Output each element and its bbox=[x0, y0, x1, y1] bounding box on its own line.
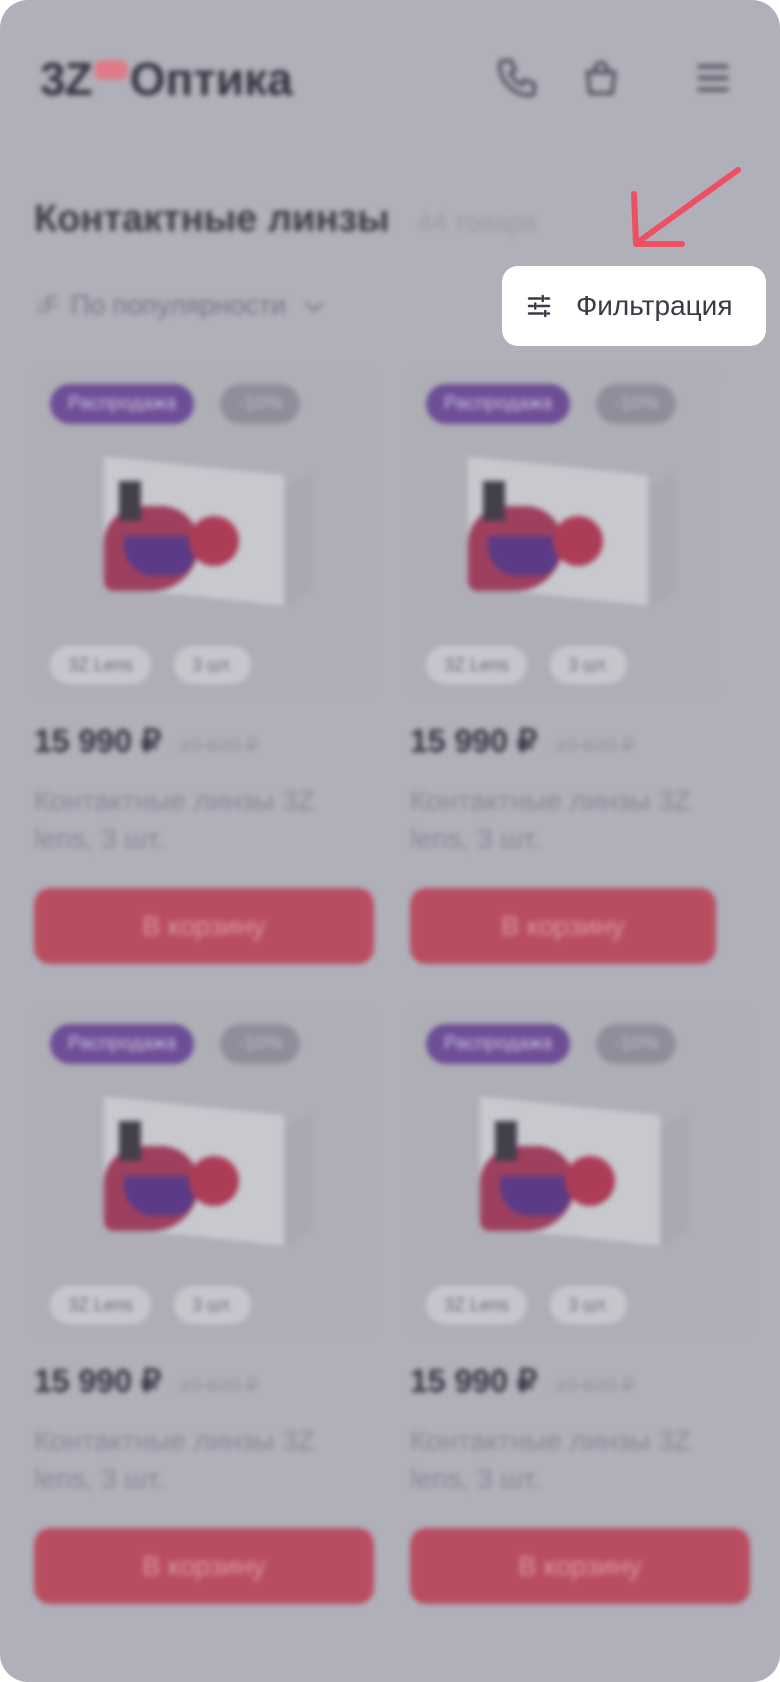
add-to-cart-button[interactable]: В корзину bbox=[34, 888, 374, 964]
product-image[interactable]: Распродажа -10% 3Z Lens 3 шт. bbox=[410, 366, 716, 696]
old-price: 19 620 ₽ bbox=[555, 735, 635, 757]
product-name[interactable]: Контактные линзы 3Z lens, 3 шт. bbox=[34, 1422, 334, 1498]
product-name[interactable]: Контактные линзы 3Z lens, 3 шт. bbox=[34, 782, 334, 858]
price: 15 990 ₽ bbox=[34, 1363, 162, 1399]
lens-box-image bbox=[480, 1096, 700, 1249]
product-count: 44 товара bbox=[417, 207, 537, 237]
logo-mark: 3Z bbox=[40, 53, 93, 105]
phone-icon[interactable] bbox=[494, 55, 540, 101]
quantity-chip: 3 шт. bbox=[550, 646, 627, 684]
price: 15 990 ₽ bbox=[410, 1363, 538, 1399]
add-to-cart-button[interactable]: В корзину bbox=[34, 1528, 374, 1604]
brand-chip: 3Z Lens bbox=[426, 646, 528, 684]
price-row: 15 990 ₽ 19 620 ₽ bbox=[410, 722, 716, 760]
price-row: 15 990 ₽ 19 620 ₽ bbox=[34, 722, 374, 760]
sort-dropdown[interactable]: ↓F По популярности bbox=[34, 290, 328, 321]
logo-badge bbox=[93, 60, 128, 80]
catalog-heading: Контактные линзы 44 товара bbox=[34, 198, 537, 241]
product-card[interactable]: Распродажа -10% 3Z Lens 3 шт. 15 990 ₽ 1… bbox=[34, 366, 374, 964]
product-card[interactable]: Распродажа -10% 3Z Lens 3 шт. 15 990 ₽ 1… bbox=[34, 1006, 374, 1604]
discount-tag: -10% bbox=[596, 384, 677, 424]
menu-icon[interactable] bbox=[690, 55, 736, 101]
lens-box-image bbox=[468, 456, 688, 609]
discount-tag: -10% bbox=[596, 1024, 677, 1064]
old-price: 19 620 ₽ bbox=[179, 735, 259, 757]
screen: 3Z Оптика Контактные линзы 44 товара ↓F … bbox=[0, 0, 780, 1682]
price: 15 990 ₽ bbox=[34, 723, 162, 759]
product-card[interactable]: Распродажа -10% 3Z Lens 3 шт. 15 990 ₽ 1… bbox=[410, 1006, 750, 1604]
logo[interactable]: 3Z Оптика bbox=[40, 52, 293, 106]
price-row: 15 990 ₽ 19 620 ₽ bbox=[410, 1362, 750, 1400]
sliders-icon bbox=[527, 294, 551, 318]
sale-tag: Распродажа bbox=[50, 384, 195, 424]
price-row: 15 990 ₽ 19 620 ₽ bbox=[34, 1362, 374, 1400]
quantity-chip: 3 шт. bbox=[550, 1286, 627, 1324]
sort-label: По популярности bbox=[70, 290, 287, 320]
product-name[interactable]: Контактные линзы 3Z lens, 3 шт. bbox=[410, 1422, 710, 1498]
filter-button[interactable]: Фильтрация bbox=[502, 266, 766, 346]
old-price: 19 620 ₽ bbox=[555, 1375, 635, 1397]
sale-tag: Распродажа bbox=[50, 1024, 195, 1064]
pointer-arrow-icon bbox=[631, 167, 741, 247]
product-image[interactable]: Распродажа -10% 3Z Lens 3 шт. bbox=[410, 1006, 750, 1336]
sale-tag: Распродажа bbox=[426, 1024, 571, 1064]
add-to-cart-button[interactable]: В корзину bbox=[410, 888, 716, 964]
add-to-cart-button[interactable]: В корзину bbox=[410, 1528, 750, 1604]
logo-name: Оптика bbox=[129, 53, 293, 105]
product-card[interactable]: Распродажа -10% 3Z Lens 3 шт. 15 990 ₽ 1… bbox=[410, 366, 716, 964]
header: 3Z Оптика bbox=[0, 0, 780, 160]
brand-chip: 3Z Lens bbox=[50, 646, 152, 684]
product-image[interactable]: Распродажа -10% 3Z Lens 3 шт. bbox=[34, 366, 374, 696]
sort-icon: ↓F bbox=[34, 291, 59, 319]
product-image[interactable]: Распродажа -10% 3Z Lens 3 шт. bbox=[34, 1006, 374, 1336]
filter-label: Фильтрация bbox=[576, 290, 733, 321]
sale-tag: Распродажа bbox=[426, 384, 571, 424]
lens-box-image bbox=[104, 1096, 324, 1249]
discount-tag: -10% bbox=[220, 384, 301, 424]
quantity-chip: 3 шт. bbox=[174, 646, 251, 684]
product-name[interactable]: Контактные линзы 3Z lens, 3 шт. bbox=[410, 782, 710, 858]
old-price: 19 620 ₽ bbox=[179, 1375, 259, 1397]
discount-tag: -10% bbox=[220, 1024, 301, 1064]
price: 15 990 ₽ bbox=[410, 723, 538, 759]
page-title: Контактные линзы bbox=[34, 198, 390, 240]
chevron-down-icon bbox=[305, 301, 324, 312]
bag-icon[interactable] bbox=[578, 55, 624, 101]
quantity-chip: 3 шт. bbox=[174, 1286, 251, 1324]
brand-chip: 3Z Lens bbox=[426, 1286, 528, 1324]
lens-box-image bbox=[104, 456, 324, 609]
brand-chip: 3Z Lens bbox=[50, 1286, 152, 1324]
